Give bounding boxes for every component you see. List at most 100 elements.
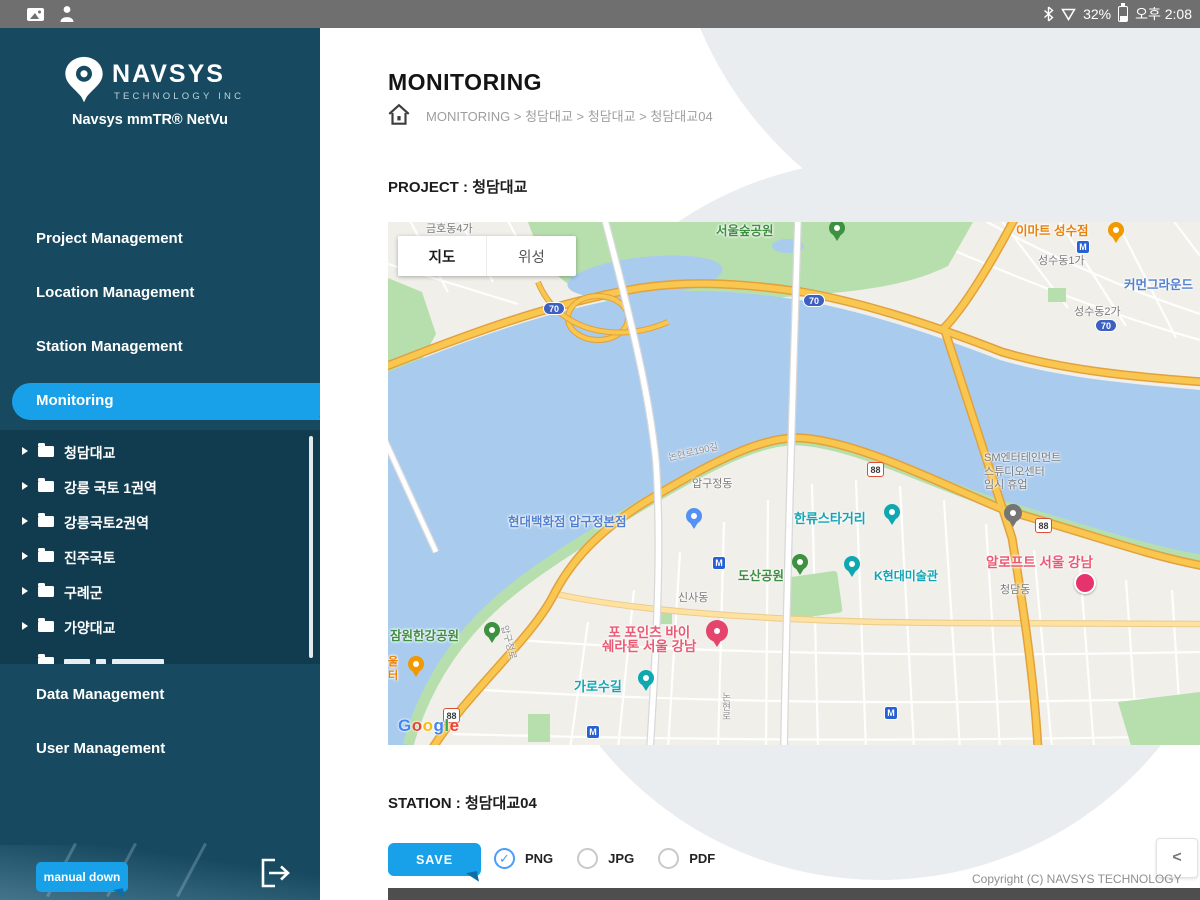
app-screen: 32% 오후 2:08 NAVSYS TECHNOLOGY INC Navsys… <box>0 0 1200 900</box>
station-label: STATION : <box>388 795 461 812</box>
tree-item-label: 진주국토 <box>64 548 116 568</box>
map-label-hallyu-star-street: 한류스타거리 <box>794 512 866 526</box>
radio-jpg-label: JPG <box>608 851 634 866</box>
project-value: 청담대교 <box>472 179 527 196</box>
manual-download-button[interactable]: manual down <box>36 862 128 892</box>
map-button[interactable]: 지도 <box>398 236 487 276</box>
shopping-pin-icon[interactable] <box>686 508 702 524</box>
tree-item-cheongdam-bridge[interactable]: 청담대교 <box>0 438 320 466</box>
logo-name: NAVSYS <box>112 60 225 89</box>
route-88-shield-icon: 88 <box>1035 518 1052 533</box>
project-line: PROJECT : 청담대교 <box>388 176 527 197</box>
attraction-pin-icon[interactable] <box>638 670 654 686</box>
radio-pdf[interactable] <box>658 848 679 869</box>
sidebar-item-location-management[interactable]: Location Management <box>36 284 194 301</box>
hotel-badge-icon[interactable] <box>1074 572 1096 594</box>
tree-item-gurye[interactable]: 구례군 <box>0 578 320 606</box>
format-radio-group: ✓ PNG JPG PDF <box>494 848 729 869</box>
sidebar-item-monitoring-active[interactable]: Monitoring <box>12 383 320 420</box>
subway-station-icon: M <box>1076 240 1090 254</box>
satellite-button[interactable]: 위성 <box>487 236 576 276</box>
sidebar-item-data-management[interactable]: Data Management <box>36 686 164 703</box>
tree-item-gayang-bridge[interactable]: 가양대교 <box>0 613 320 641</box>
map-label-dosan-park: 도산공원 <box>738 570 784 584</box>
expand-arrow-icon[interactable] <box>22 447 28 455</box>
park-pin-icon[interactable] <box>792 554 808 570</box>
folder-icon <box>38 516 54 527</box>
tree-item-gangneung-2[interactable]: 강릉국토2권역 <box>0 508 320 536</box>
map-label-hyundai-dept-store: 현대백화점 압구정본점 <box>508 516 626 530</box>
monitoring-tree: 청담대교 강릉 국토 1권역 강릉국토2권역 진주국토 구례군 가양대교 <box>0 430 320 664</box>
content-area: MONITORING MONITORING > 청담대교 > 청담대교 > 청담… <box>320 28 1200 900</box>
hotel-pin-icon[interactable] <box>706 620 728 642</box>
closed-place-pin-icon[interactable] <box>1004 504 1022 522</box>
map-label-sinsadong: 신사동 <box>678 592 708 606</box>
route-70-shield-icon: 70 <box>803 294 825 307</box>
google-map[interactable]: 지도 위성 금호동4가 서울숲공원 이마트 성수점 성수동1가 커먼그라운드 성… <box>388 222 1200 745</box>
tree-item-jinju[interactable]: 진주국토 <box>0 543 320 571</box>
notification-icons <box>26 5 75 23</box>
map-label-garosugil: 가로수길 <box>574 680 622 694</box>
tree-item-label: 청담대교 <box>64 443 116 463</box>
subway-station-icon: M <box>884 706 898 720</box>
logout-icon <box>257 857 291 889</box>
park-pin-icon[interactable] <box>484 622 500 638</box>
logout-button[interactable] <box>256 856 292 892</box>
clipped-text <box>96 659 106 664</box>
radio-jpg[interactable] <box>577 848 598 869</box>
tree-scrollbar[interactable] <box>309 436 313 658</box>
sidebar-item-project-management[interactable]: Project Management <box>36 230 183 247</box>
map-label-emart-seongsu: 이마트 성수점 <box>1016 225 1088 239</box>
battery-percent: 32% <box>1083 6 1111 22</box>
subway-station-icon: M <box>586 725 600 739</box>
save-button[interactable]: SAVE <box>388 843 481 876</box>
usb-user-icon <box>59 5 75 23</box>
route-70-shield-icon: 70 <box>1095 319 1117 332</box>
sidebar-item-user-management[interactable]: User Management <box>36 740 165 757</box>
tree-item-label: 강릉국토2권역 <box>64 513 149 533</box>
tree-item-gangneung-1[interactable]: 강릉 국토 1권역 <box>0 473 320 501</box>
tree-item-label: 강릉 국토 1권역 <box>64 478 157 498</box>
sidebar: NAVSYS TECHNOLOGY INC Navsys mmTR® NetVu… <box>0 28 320 900</box>
google-logo[interactable]: Google <box>398 716 460 736</box>
map-label-geumhodong: 금호동4가 <box>426 223 473 237</box>
museum-pin-icon[interactable] <box>844 556 860 572</box>
tree-item-label: 구례군 <box>64 583 103 603</box>
map-label-seongsu2ga: 성수동2가 <box>1074 306 1121 320</box>
breadcrumb-path[interactable]: MONITORING > 청담대교 > 청담대교 > 청담대교04 <box>426 106 713 125</box>
map-label-seoul-forest: 서울숲공원 <box>716 225 774 239</box>
expand-arrow-icon[interactable] <box>22 517 28 525</box>
sidebar-item-station-management[interactable]: Station Management <box>36 338 183 355</box>
clipped-text <box>112 659 164 664</box>
map-label-seongsu1ga: 성수동1가 <box>1038 255 1085 269</box>
page-title: MONITORING <box>388 69 542 96</box>
route-70-shield-icon: 70 <box>543 302 565 315</box>
radio-pdf-label: PDF <box>689 851 715 866</box>
clipped-text <box>64 659 90 664</box>
expand-arrow-icon[interactable] <box>22 622 28 630</box>
folder-icon <box>38 446 54 457</box>
map-label-k-museum: K현대미술관 <box>874 570 938 584</box>
map-label-cheongdamdong: 청담동 <box>1000 584 1030 598</box>
home-icon[interactable] <box>386 102 412 128</box>
map-label-edge-fragment: 울 터 <box>388 656 398 683</box>
bluetooth-icon <box>1043 6 1054 22</box>
folder-icon <box>38 586 54 597</box>
map-type-control: 지도 위성 <box>398 236 576 276</box>
map-label-aloft-seoul: 알로프트 서울 강남 <box>986 556 1093 570</box>
cafe-pin-icon[interactable] <box>408 656 424 672</box>
logo-subtitle: TECHNOLOGY INC <box>114 91 244 102</box>
clock: 오후 2:08 <box>1135 4 1192 24</box>
store-pin-icon[interactable] <box>1108 222 1124 238</box>
expand-arrow-icon[interactable] <box>22 587 28 595</box>
folder-icon <box>38 621 54 632</box>
attraction-pin-icon[interactable] <box>884 504 900 520</box>
tree-item-partial[interactable] <box>0 649 320 664</box>
expand-arrow-icon[interactable] <box>22 552 28 560</box>
breadcrumb: MONITORING > 청담대교 > 청담대교 > 청담대교04 <box>386 102 713 128</box>
expand-arrow-icon[interactable] <box>22 482 28 490</box>
radio-png[interactable]: ✓ <box>494 848 515 869</box>
system-status-cluster: 32% 오후 2:08 <box>1043 0 1192 28</box>
map-label-jamwon-han-river-park: 잠원한강공원 <box>390 630 459 644</box>
copyright-text: Copyright (C) NAVSYS TECHNOLOGY <box>972 872 1200 886</box>
